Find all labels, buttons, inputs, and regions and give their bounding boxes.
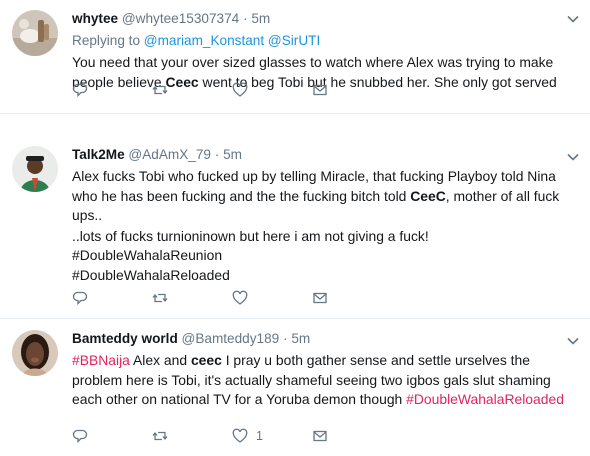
hashtag-link[interactable]: #DoubleWahalaReloaded [72, 266, 578, 286]
message-button[interactable] [312, 80, 392, 100]
like-button[interactable] [232, 288, 312, 308]
mention-link[interactable]: @SirUTI [268, 33, 320, 48]
avatar-bamteddy[interactable] [12, 330, 58, 376]
reply-button[interactable] [72, 80, 152, 100]
like-button[interactable] [232, 80, 312, 100]
retweet-icon [152, 85, 168, 95]
separator-dot: · [243, 11, 248, 26]
like-icon [232, 82, 248, 97]
separator-dot: · [283, 331, 288, 346]
replying-label: Replying to [72, 33, 141, 48]
avatar-photo-talk2me [12, 146, 58, 192]
avatar-photo-bamteddy [12, 330, 58, 376]
tweet-header: Bamteddy world @Bamteddy189 · 5m [72, 330, 578, 348]
reply-icon [72, 83, 88, 98]
user-handle[interactable]: @whytee15307374 [122, 11, 239, 26]
tweet-text-line: ..lots of fucks turnioninown but here i … [72, 227, 429, 244]
user-handle[interactable]: @Bamteddy189 [182, 331, 280, 346]
user-handle[interactable]: @AdAmX_79 [128, 147, 211, 162]
tweet-actions [72, 80, 392, 100]
highlighted-keyword: ceec [190, 352, 222, 368]
text-segment: Alex and [129, 352, 191, 368]
message-icon [313, 430, 327, 442]
hashtag-link[interactable]: #BBNaija [72, 352, 130, 368]
message-icon [313, 84, 327, 96]
tweet-whytee[interactable]: whytee @whytee15307374 · 5m Replying to … [0, 0, 590, 114]
hashtag-link[interactable]: #DoubleWahalaReunion [72, 246, 578, 266]
avatar-whytee[interactable] [12, 10, 58, 56]
like-icon [232, 290, 248, 305]
reply-button[interactable] [72, 426, 152, 446]
replying-to: Replying to @mariam_Konstant @SirUTI [72, 32, 578, 49]
retweet-button[interactable] [152, 426, 232, 446]
display-name[interactable]: whytee [72, 11, 118, 26]
tweet-actions: 1 [72, 426, 392, 446]
tweet-text: #BBNaija Alex and ceec I pray u both gat… [72, 351, 578, 410]
timestamp[interactable]: 5m [223, 147, 242, 162]
highlighted-keyword: CeeC [410, 187, 446, 204]
tweet-text: Alex fucks Tobi who fucked up by telling… [72, 167, 578, 226]
like-button[interactable]: 1 [232, 426, 312, 446]
retweet-icon [152, 431, 168, 441]
tweet-header: whytee @whytee15307374 · 5m [72, 10, 578, 28]
separator-dot: · [214, 147, 220, 162]
display-name[interactable]: Talk2Me [72, 147, 125, 162]
retweet-button[interactable] [152, 80, 232, 100]
tweet-header: Talk2Me @AdAmX_79 · 5m [72, 146, 578, 164]
message-button[interactable] [312, 426, 392, 446]
message-icon [313, 292, 327, 304]
tweet-actions [72, 288, 392, 308]
timestamp[interactable]: 5m [251, 11, 270, 26]
hashtag-link[interactable]: #DoubleWahalaReloaded [406, 391, 564, 407]
avatar-photo-whytee [12, 10, 58, 56]
reply-icon [72, 429, 88, 444]
reply-button[interactable] [72, 288, 152, 308]
tweet-talk2me[interactable]: Talk2Me @AdAmX_79 · 5m Alex fucks Tobi w… [0, 136, 590, 319]
message-button[interactable] [312, 288, 392, 308]
timestamp[interactable]: 5m [291, 331, 310, 346]
like-icon [232, 428, 248, 443]
mention-link[interactable]: @mariam_Konstant [144, 33, 264, 48]
retweet-button[interactable] [152, 288, 232, 308]
reply-icon [72, 291, 88, 306]
avatar-talk2me[interactable] [12, 146, 58, 192]
like-count: 1 [256, 429, 263, 443]
retweet-icon [152, 293, 168, 303]
display-name[interactable]: Bamteddy world [72, 331, 178, 346]
tweet-bamteddy[interactable]: Bamteddy world @Bamteddy189 · 5m #BBNaij… [0, 320, 590, 456]
